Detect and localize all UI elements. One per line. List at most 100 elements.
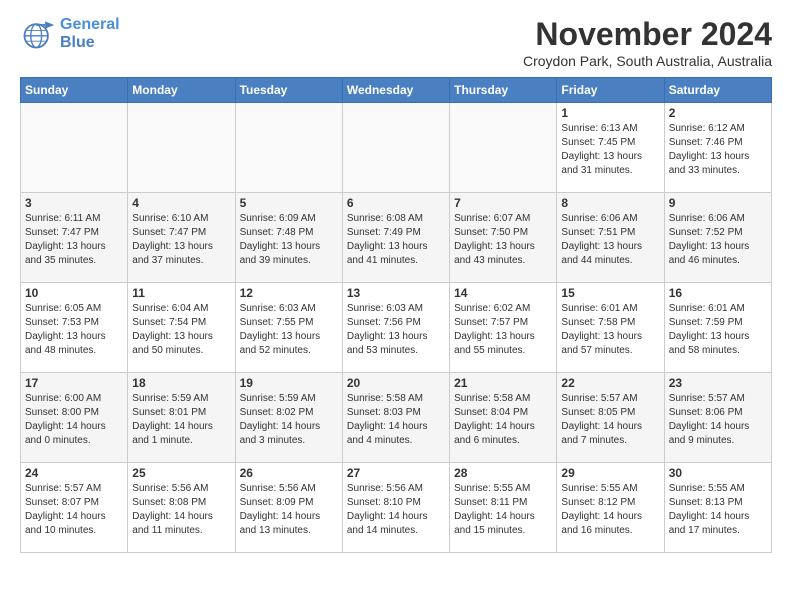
day-info-line: Daylight: 14 hours [132, 420, 230, 434]
day-cell: 2Sunrise: 6:12 AMSunset: 7:46 PMDaylight… [664, 103, 771, 193]
day-cell: 12Sunrise: 6:03 AMSunset: 7:55 PMDayligh… [235, 283, 342, 373]
day-cell: 26Sunrise: 5:56 AMSunset: 8:09 PMDayligh… [235, 463, 342, 553]
day-cell [342, 103, 449, 193]
day-info-line: and 53 minutes. [347, 344, 445, 358]
day-info-line: and 55 minutes. [454, 344, 552, 358]
day-info-line: Daylight: 13 hours [561, 240, 659, 254]
day-info-line: Sunrise: 5:59 AM [132, 392, 230, 406]
day-info-line: and 50 minutes. [132, 344, 230, 358]
day-info-line: Sunset: 8:00 PM [25, 406, 123, 420]
day-info-line: Daylight: 13 hours [561, 150, 659, 164]
day-cell: 19 Sunrise: 5:59 AMSunset: 8:02 PMDayligh… [235, 373, 342, 463]
day-info-line: Sunrise: 5:56 AM [132, 482, 230, 496]
day-info-line: Sunrise: 5:57 AM [669, 392, 767, 406]
day-info-line: Daylight: 13 hours [669, 330, 767, 344]
day-info-line: and 14 minutes. [347, 524, 445, 538]
day-info-line: Daylight: 14 hours [561, 510, 659, 524]
day-cell: 17 Sunrise: 6:00 AMSunset: 8:00 PMDayligh… [21, 373, 128, 463]
day-info-line: Sunrise: 5:58 AM [347, 392, 445, 406]
day-number: 6 [347, 196, 445, 210]
day-info: Sunrise: 5:59 AMSunset: 8:02 PMDaylight:… [240, 392, 338, 448]
day-info-line: and 52 minutes. [240, 344, 338, 358]
day-info-line: Sunset: 7:45 PM [561, 136, 659, 150]
day-number: 29 [561, 466, 659, 480]
day-info-line: and 11 minutes. [132, 524, 230, 538]
day-info-line: and 46 minutes. [669, 254, 767, 268]
day-cell: 14 Sunrise: 6:02 AMSunset: 7:57 PMDayligh… [450, 283, 557, 373]
day-info-line: Sunrise: 5:55 AM [561, 482, 659, 496]
col-saturday: Saturday [664, 78, 771, 103]
day-info-line: and 16 minutes. [561, 524, 659, 538]
day-info-line: Sunset: 7:47 PM [132, 226, 230, 240]
day-info: Sunrise: 6:01 AMSunset: 7:59 PMDaylight:… [669, 302, 767, 358]
day-info-line: Daylight: 13 hours [347, 330, 445, 344]
day-info-line: Sunrise: 5:55 AM [669, 482, 767, 496]
day-info-line: Sunset: 8:04 PM [454, 406, 552, 420]
day-number: 17 [25, 376, 123, 390]
day-info-line: Sunset: 8:07 PM [25, 496, 123, 510]
day-info-line: and 57 minutes. [561, 344, 659, 358]
day-info-line: Sunrise: 6:00 AM [25, 392, 123, 406]
header-row: Sunday Monday Tuesday Wednesday Thursday… [21, 78, 772, 103]
day-cell: 29Sunrise: 5:55 AMSunset: 8:12 PMDayligh… [557, 463, 664, 553]
calendar-header: Sunday Monday Tuesday Wednesday Thursday… [21, 78, 772, 103]
day-info: Sunrise: 6:01 AMSunset: 7:58 PMDaylight:… [561, 302, 659, 358]
day-cell: 10Sunrise: 6:05 AMSunset: 7:53 PMDayligh… [21, 283, 128, 373]
day-info-line: Sunset: 8:03 PM [347, 406, 445, 420]
day-cell: 30Sunrise: 5:55 AMSunset: 8:13 PMDayligh… [664, 463, 771, 553]
day-info-line: and 9 minutes. [669, 434, 767, 448]
day-info: Sunrise: 6:02 AMSunset: 7:57 PMDaylight:… [454, 302, 552, 358]
day-info: Sunrise: 5:57 AMSunset: 8:07 PMDaylight:… [25, 482, 123, 538]
day-number: 8 [561, 196, 659, 210]
day-info-line: Daylight: 13 hours [454, 240, 552, 254]
day-cell: 15Sunrise: 6:01 AMSunset: 7:58 PMDayligh… [557, 283, 664, 373]
day-cell: 11Sunrise: 6:04 AMSunset: 7:54 PMDayligh… [128, 283, 235, 373]
col-thursday: Thursday [450, 78, 557, 103]
day-info-line: Sunrise: 5:57 AM [25, 482, 123, 496]
day-info-line: Sunset: 7:52 PM [669, 226, 767, 240]
day-info-line: Daylight: 13 hours [25, 240, 123, 254]
day-info-line: Sunset: 7:46 PM [669, 136, 767, 150]
day-info-line: Sunrise: 6:13 AM [561, 122, 659, 136]
day-info-line: Daylight: 13 hours [347, 240, 445, 254]
week-row-4: 17Sunrise: 6:00 AMSunset: 8:00 PMDayligh… [21, 373, 772, 463]
title-block: November 2024 Croydon Park, South Austra… [523, 16, 772, 69]
day-info-line: Sunrise: 6:12 AM [669, 122, 767, 136]
day-info-line: Sunset: 7:58 PM [561, 316, 659, 330]
logo-general: General [60, 16, 120, 33]
day-info-line: Sunset: 7:50 PM [454, 226, 552, 240]
day-cell: 23Sunrise: 5:57 AMSunset: 8:06 PMDayligh… [664, 373, 771, 463]
day-info: Sunrise: 6:05 AMSunset: 7:53 PMDaylight:… [25, 302, 123, 358]
logo-icon [20, 16, 56, 52]
day-info-line: and 39 minutes. [240, 254, 338, 268]
day-info: Sunrise: 5:59 AMSunset: 8:01 PMDaylight:… [132, 392, 230, 448]
day-number: 19 [240, 376, 338, 390]
col-wednesday: Wednesday [342, 78, 449, 103]
day-info-line: Sunset: 7:48 PM [240, 226, 338, 240]
day-info: Sunrise: 6:11 AMSunset: 7:47 PMDaylight:… [25, 212, 123, 268]
day-info-line: Sunset: 8:09 PM [240, 496, 338, 510]
day-cell: 20Sunrise: 5:58 AMSunset: 8:03 PMDayligh… [342, 373, 449, 463]
day-info-line: and 33 minutes. [669, 164, 767, 178]
day-info: Sunrise: 6:08 AMSunset: 7:49 PMDaylight:… [347, 212, 445, 268]
day-info-line: and 31 minutes. [561, 164, 659, 178]
day-info: Sunrise: 5:56 AMSunset: 8:08 PMDaylight:… [132, 482, 230, 538]
day-number: 5 [240, 196, 338, 210]
logo-text: General Blue [60, 16, 120, 51]
day-info-line: Daylight: 13 hours [561, 330, 659, 344]
week-row-2: 3Sunrise: 6:11 AMSunset: 7:47 PMDaylight… [21, 193, 772, 283]
day-info: Sunrise: 6:04 AMSunset: 7:54 PMDaylight:… [132, 302, 230, 358]
day-info-line: Daylight: 14 hours [454, 510, 552, 524]
day-info: Sunrise: 6:12 AMSunset: 7:46 PMDaylight:… [669, 122, 767, 178]
day-cell: 21Sunrise: 5:58 AMSunset: 8:04 PMDayligh… [450, 373, 557, 463]
day-cell: 25Sunrise: 5:56 AMSunset: 8:08 PMDayligh… [128, 463, 235, 553]
day-info: Sunrise: 6:10 AMSunset: 7:47 PMDaylight:… [132, 212, 230, 268]
day-info: Sunrise: 6:07 AMSunset: 7:50 PMDaylight:… [454, 212, 552, 268]
day-info-line: Sunrise: 5:59 AM [240, 392, 338, 406]
day-number: 1 [561, 106, 659, 120]
day-info: Sunrise: 6:00 AMSunset: 8:00 PMDaylight:… [25, 392, 123, 448]
day-info: Sunrise: 5:56 AMSunset: 8:09 PMDaylight:… [240, 482, 338, 538]
day-cell [450, 103, 557, 193]
day-number: 14 [454, 286, 552, 300]
day-cell: 27Sunrise: 5:56 AMSunset: 8:10 PMDayligh… [342, 463, 449, 553]
